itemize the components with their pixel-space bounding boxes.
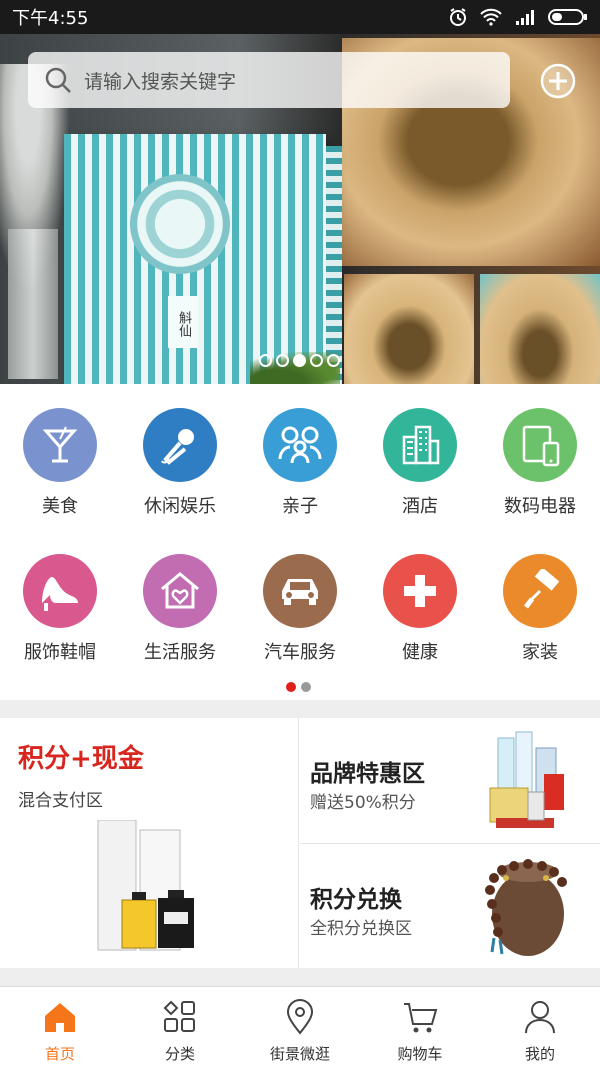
signal-icon [516,10,534,25]
search-placeholder[interactable]: 请输入搜索关键字 [84,67,236,94]
nav-category[interactable]: 分类 [120,987,240,1067]
category-item-food[interactable]: 美食 [0,408,120,518]
brand-discount-card[interactable]: 品牌特惠区 赠送50%积分 [300,718,600,843]
category-item-entertainment[interactable]: 休闲娱乐 [120,408,240,518]
shopping-cart-icon [404,1003,438,1033]
points-cash-card[interactable]: 积分+现金 混合支付区 [0,718,299,968]
category-circle [23,554,97,628]
pagination-dot-active[interactable] [286,682,296,692]
pagination-dot[interactable] [310,354,323,367]
tea-tray-image [344,274,474,384]
search-bar[interactable]: 请输入搜索关键字 [28,52,510,108]
card-subtitle: 全积分兑换区 [310,919,412,939]
banner-pagination [259,354,340,367]
pagination-dot-active[interactable] [293,354,306,367]
pagination-dot[interactable] [301,682,311,692]
nav-label: 首页 [44,1045,75,1063]
pagination-dot[interactable] [259,354,272,367]
nav-home[interactable]: 首页 [0,987,120,1067]
drinks-product-image [489,731,564,828]
category-label: 数码电器 [504,496,576,517]
family-icon [278,426,322,464]
microphone-icon [161,429,194,465]
hotel-building-icon [402,425,440,465]
category-circle [503,554,577,628]
nav-street-view[interactable]: 街景微逛 [240,987,360,1067]
product-mark: 斛仙 [168,296,198,348]
category-circle [503,408,577,482]
category-circle [23,408,97,482]
promo-section: 积分+现金 混合支付区 品牌特惠区 赠送50%积分 积分兑换 全积分兑换区 [0,718,600,968]
gift-box-side [326,146,342,384]
tea-tray-image [480,274,600,384]
home-heart-icon [161,572,199,609]
nav-label: 街景微逛 [269,1045,330,1063]
devices-icon [522,425,560,467]
add-plus-icon[interactable] [540,63,576,99]
home-icon [45,1003,75,1032]
category-circle [143,554,217,628]
category-label: 家装 [522,642,558,663]
paint-roller-icon [524,569,560,609]
bottom-nav: 首页 分类 街景微逛 购物车 我的 [0,986,600,1067]
category-item-home-decor[interactable]: 家装 [480,554,600,664]
category-label: 汽车服务 [264,642,336,663]
promo-main-title: 积分+现金 [18,744,144,774]
medallion-pattern [130,174,230,274]
category-label: 休闲娱乐 [144,496,216,517]
nav-cart[interactable]: 购物车 [360,987,480,1067]
category-circle [383,554,457,628]
category-grid-icon [163,1000,195,1032]
perfume-product-image [97,820,194,951]
medical-cross-icon [404,575,436,607]
points-exchange-card[interactable]: 积分兑换 全积分兑换区 [300,843,600,968]
search-icon [45,67,71,93]
category-pagination [286,682,311,692]
nav-label: 购物车 [397,1045,443,1063]
category-label: 服饰鞋帽 [24,642,96,663]
category-circle [143,408,217,482]
category-item-auto-service[interactable]: 汽车服务 [240,554,360,664]
category-item-apparel[interactable]: 服饰鞋帽 [0,554,120,664]
category-label: 美食 [42,496,78,517]
pagination-dot[interactable] [327,354,340,367]
bead-bracelet-image [485,859,567,956]
cocktail-icon [42,426,78,463]
category-item-health[interactable]: 健康 [360,554,480,664]
high-heel-icon [42,577,78,611]
category-item-family[interactable]: 亲子 [240,408,360,518]
glass-decoration [8,229,58,379]
category-label: 生活服务 [144,642,216,663]
category-label: 亲子 [282,496,318,517]
category-label: 酒店 [402,496,438,517]
category-item-life-service[interactable]: 生活服务 [120,554,240,664]
card-title: 积分兑换 [310,887,402,913]
user-icon [525,1001,555,1034]
car-icon [282,579,318,605]
status-icons [448,7,588,27]
status-time: 下午4:55 [12,8,89,29]
card-title: 品牌特惠区 [310,761,425,787]
battery-icon [548,9,587,25]
location-pin-icon [286,999,314,1035]
promo-main-sub: 混合支付区 [18,791,103,811]
wifi-icon [480,8,502,26]
category-circle [263,554,337,628]
category-grid: 美食 休闲娱乐 亲子 酒店 数码电器 服饰鞋帽 生活服务 汽车服务 健康 家装 [0,384,600,700]
category-circle [263,408,337,482]
app-screen: 下午4:55 斛仙 请输入搜索关键字 美食 休闲娱乐 亲子 酒店 数码电器 服饰… [0,0,600,1067]
status-bar: 下午4:55 [0,0,600,34]
card-subtitle: 赠送50%积分 [310,793,416,813]
pagination-dot[interactable] [276,354,289,367]
nav-label: 分类 [164,1045,195,1063]
nav-label: 我的 [524,1045,555,1063]
alarm-icon [450,8,466,26]
nav-profile[interactable]: 我的 [480,987,600,1067]
category-label: 健康 [402,642,438,663]
category-item-hotel[interactable]: 酒店 [360,408,480,518]
category-circle [383,408,457,482]
category-item-electronics[interactable]: 数码电器 [480,408,600,518]
